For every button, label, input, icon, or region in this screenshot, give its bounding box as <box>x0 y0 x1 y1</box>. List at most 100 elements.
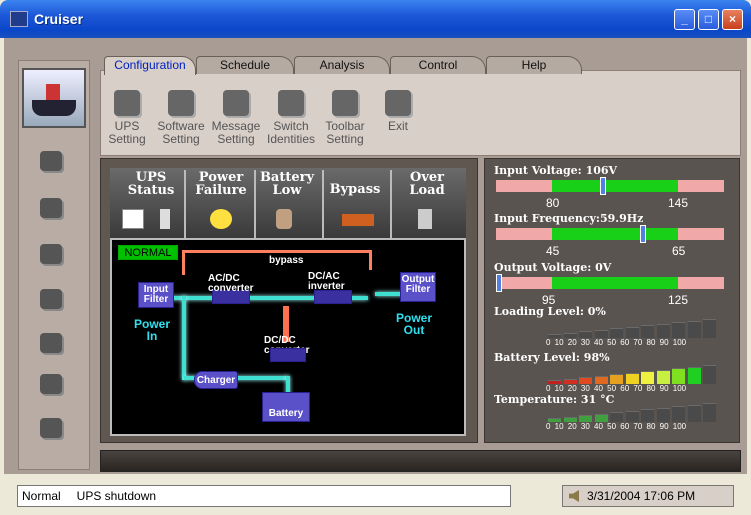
level-segment <box>579 415 592 422</box>
output-voltage-label: Output Voltage: 0V <box>494 261 612 274</box>
tab-analysis[interactable]: Analysis <box>294 56 390 74</box>
level-segment <box>594 375 608 384</box>
level-segment <box>594 413 608 422</box>
close-button[interactable]: × <box>722 9 743 30</box>
level-segment <box>672 406 685 422</box>
level-segment <box>625 372 639 384</box>
input-frequency-pointer <box>640 225 646 243</box>
toolbar-setting-button[interactable]: Toolbar Setting <box>320 90 370 146</box>
cruiser-app-icon <box>10 11 28 27</box>
bypass-text: bypass <box>269 255 304 266</box>
status-message: UPS shutdown <box>76 489 157 503</box>
level-segment <box>610 374 623 384</box>
output-filter-box: Output Filter <box>400 272 436 302</box>
battery-low-label: Battery Low <box>259 170 315 198</box>
message-setting-button[interactable]: Message Setting <box>210 90 262 146</box>
dcac-label: DC/AC inverter <box>308 271 345 292</box>
software-setting-button[interactable]: Software Setting <box>155 90 207 146</box>
level-segment <box>641 409 654 422</box>
temperature-scale: 0 10 20 30 40 50 60 70 80 90 100 <box>546 422 687 431</box>
loading-level-meter <box>548 318 718 338</box>
speaker-icon[interactable] <box>569 490 579 502</box>
level-segment <box>579 377 592 384</box>
toolbar-setting-icon[interactable] <box>36 329 68 357</box>
over-load-label: Over Load <box>409 170 445 198</box>
level-segment <box>656 323 670 338</box>
cruiser-ship-logo <box>22 68 86 128</box>
power-in-label: Power In <box>133 317 170 343</box>
level-segment <box>656 369 670 384</box>
input-frequency-min: 45 <box>546 244 560 258</box>
switch-identities-icon <box>278 90 304 116</box>
ups-setting-icon <box>114 90 140 116</box>
toolbar-setting-icon <box>332 90 358 116</box>
level-segment <box>672 322 685 338</box>
level-segment <box>594 329 608 338</box>
level-segment <box>641 325 654 338</box>
input-voltage-label: Input Voltage: 106V <box>494 164 618 177</box>
output-voltage-bar <box>496 274 724 292</box>
maximize-button[interactable]: □ <box>698 9 719 30</box>
ups-status-label: UPS Status <box>127 170 175 198</box>
ups-device-icon <box>160 209 170 229</box>
minimize-button[interactable]: _ <box>674 9 695 30</box>
dcdc-block <box>270 348 306 362</box>
battery-level-scale: 0 10 20 30 40 50 60 70 80 90 100 <box>546 384 687 393</box>
notebook-icon[interactable] <box>36 414 68 442</box>
level-segment <box>687 320 701 338</box>
ups-setting-icon[interactable] <box>36 147 68 175</box>
clock-datetime: 3/31/2004 17:06 PM <box>587 489 696 503</box>
status-state: Normal <box>22 489 61 503</box>
loading-level-scale: 0 10 20 30 40 50 60 70 80 90 100 <box>546 338 687 347</box>
computer-icon <box>122 209 144 229</box>
ups-setting-button[interactable]: UPS Setting <box>104 90 150 146</box>
battery-box: Battery <box>262 392 310 422</box>
level-segment <box>703 403 716 422</box>
window-title: Cruiser <box>34 11 84 27</box>
monitor-icon[interactable] <box>36 370 68 398</box>
acdc-label: AC/DC converter <box>208 273 254 294</box>
input-frequency-max: 65 <box>672 244 686 258</box>
power-out-label: Power Out <box>395 311 432 337</box>
title-bar[interactable]: Cruiser _ □ × <box>0 0 751 38</box>
switch-identities-button[interactable]: Switch Identities <box>264 90 318 146</box>
level-segment <box>610 412 623 422</box>
tab-help[interactable]: Help <box>486 56 582 74</box>
charger-box: Charger <box>194 371 238 389</box>
exit-button[interactable]: Exit <box>380 90 416 133</box>
input-frequency-label: Input Frequency:59.9Hz <box>494 212 644 225</box>
input-filter-box: Input Filter <box>138 282 174 308</box>
level-segment <box>672 368 685 384</box>
level-segment <box>687 366 701 384</box>
bulb-icon <box>210 209 232 229</box>
level-segment <box>703 319 716 338</box>
clock-panel: 3/31/2004 17:06 PM <box>562 485 734 507</box>
battery-level-label: Battery Level: 98% <box>494 351 610 364</box>
output-voltage-max: 125 <box>668 293 689 307</box>
load-icon <box>418 209 432 229</box>
bypass-label: Bypass <box>329 182 381 197</box>
battery-level-meter <box>548 364 718 384</box>
input-voltage-max: 145 <box>668 196 689 210</box>
output-voltage-pointer <box>496 274 502 292</box>
level-segment <box>703 365 716 384</box>
message-setting-icon[interactable] <box>36 240 68 268</box>
tab-configuration[interactable]: Configuration <box>104 56 196 75</box>
loading-level-label: Loading Level: 0% <box>494 305 606 318</box>
input-frequency-bar <box>496 225 724 243</box>
input-voltage-min: 80 <box>546 196 560 210</box>
level-segment <box>610 328 623 338</box>
power-failure-label: Power Failure <box>195 170 247 198</box>
bypass-switch-icon <box>342 214 374 226</box>
tab-control[interactable]: Control <box>390 56 486 74</box>
bottom-strip <box>100 450 741 472</box>
level-segment <box>625 326 639 338</box>
level-segment <box>687 404 701 422</box>
software-setting-icon[interactable] <box>36 194 68 222</box>
level-segment <box>579 331 592 338</box>
tab-schedule[interactable]: Schedule <box>196 56 294 74</box>
switch-identities-icon[interactable] <box>36 285 68 313</box>
status-bar: Normal UPS shutdown <box>17 485 511 507</box>
normal-indicator: NORMAL <box>118 245 178 260</box>
dcac-block <box>314 290 352 304</box>
